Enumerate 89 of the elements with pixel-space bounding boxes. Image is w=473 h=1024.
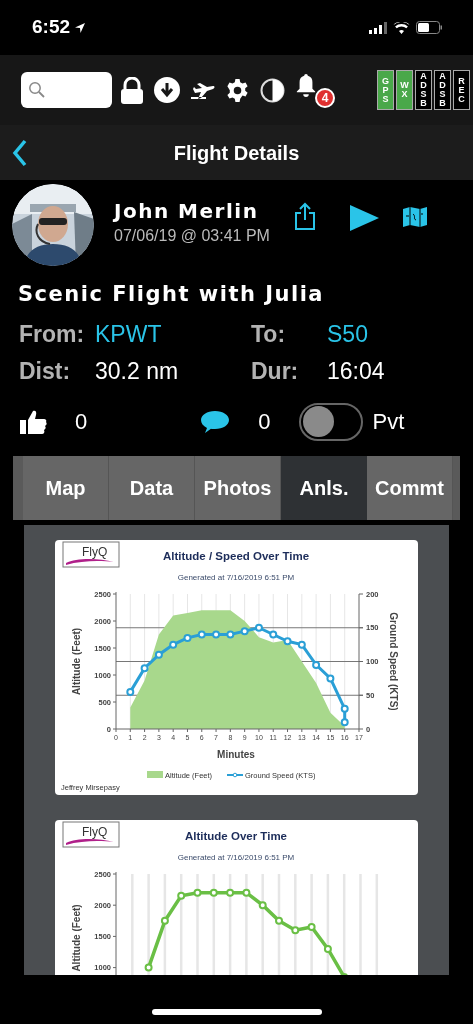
- data-point: [169, 640, 178, 649]
- chart-title: Altitude / Speed Over Time: [162, 549, 310, 562]
- back-chevron-icon[interactable]: [12, 138, 28, 167]
- logo-text: FlyQ: [82, 824, 108, 839]
- data-point: [197, 630, 206, 638]
- data-point: [126, 687, 135, 696]
- status-indicator: GPS: [377, 70, 394, 110]
- private-toggle[interactable]: [298, 402, 363, 441]
- field-label: From:: [19, 319, 86, 349]
- tab[interactable]: Commt: [367, 455, 453, 520]
- notification-bell-icon[interactable]: [295, 73, 317, 97]
- status-indicator: ADSB: [415, 70, 432, 110]
- data-point: [258, 900, 267, 909]
- status-indicator: WX: [396, 70, 413, 110]
- chart-title: Altitude Over Time: [185, 829, 287, 842]
- airport-link[interactable]: S50: [327, 316, 368, 351]
- settings-icon[interactable]: [225, 77, 250, 103]
- field-label: Dist:: [19, 357, 72, 386]
- data-point: [183, 633, 192, 642]
- data-point: [312, 660, 321, 669]
- airplane-icon[interactable]: [190, 80, 216, 100]
- data-point: [323, 944, 332, 953]
- play-icon[interactable]: [347, 204, 380, 232]
- battery-icon: [416, 21, 443, 34]
- data-point: [340, 704, 349, 713]
- private-label: Pvt: [372, 408, 405, 436]
- status-indicator: REC: [453, 70, 470, 110]
- thumbs-up-icon[interactable]: [19, 408, 47, 435]
- screen-title: Flight Details: [173, 140, 300, 166]
- chart-subtitle: Generated at 7/16/2019 6:51 PM: [177, 572, 295, 582]
- flight-title: Scenic Flight with Julia: [18, 281, 326, 308]
- share-icon[interactable]: [293, 202, 316, 230]
- axis-title: Ground Speed (KTS): [388, 611, 399, 711]
- data-point: [154, 650, 163, 659]
- tab[interactable]: Photos: [195, 455, 281, 520]
- data-point: [160, 916, 169, 925]
- data-point: [275, 916, 283, 925]
- field-label: To:: [251, 319, 287, 349]
- wifi-icon: [393, 21, 410, 34]
- download-icon[interactable]: [154, 77, 180, 103]
- data-point: [226, 888, 235, 897]
- logo-swoosh-icon: [66, 838, 114, 845]
- data-point: [209, 888, 218, 897]
- map-icon[interactable]: [401, 206, 428, 228]
- notification-badge: 4: [315, 88, 335, 108]
- search-icon: [28, 81, 46, 99]
- contrast-icon[interactable]: [260, 77, 285, 103]
- legend-swatch: [147, 770, 163, 778]
- data-point: [226, 630, 235, 638]
- comment-bubble-icon[interactable]: [200, 408, 231, 435]
- search-field[interactable]: [21, 72, 112, 108]
- data-point: [283, 636, 292, 645]
- data-point: [297, 640, 306, 649]
- location-icon: [74, 21, 87, 34]
- status-time: 6:52: [32, 15, 71, 40]
- likes-count: 0: [75, 408, 88, 436]
- data-point: [177, 891, 186, 900]
- tab[interactable]: Map: [23, 455, 109, 520]
- chart-subtitle: Generated at 7/16/2019 6:51 PM: [177, 852, 295, 862]
- axis-title: Minutes: [217, 748, 255, 760]
- data-point: [140, 663, 149, 672]
- data-point: [242, 888, 251, 897]
- tab[interactable]: Data: [109, 455, 195, 520]
- data-point: [144, 963, 153, 972]
- airport-link[interactable]: KPWT: [95, 316, 162, 351]
- axis-title: Altitude (Feet): [71, 627, 82, 695]
- logo-text: FlyQ: [82, 544, 108, 559]
- data-point: [240, 626, 249, 635]
- field-value: 16:04: [327, 357, 385, 386]
- signal-icon: [369, 21, 387, 34]
- flight-date: 07/06/19 @ 03:41 PM: [114, 226, 270, 246]
- comments-count: 0: [258, 408, 271, 436]
- data-point: [212, 630, 221, 638]
- pilot-name: John Merlin: [114, 198, 260, 225]
- data-point: [307, 922, 316, 931]
- tab[interactable]: Anls.: [281, 455, 367, 520]
- lock-icon[interactable]: [120, 76, 144, 104]
- status-indicator: ADSB: [434, 70, 451, 110]
- field-value: 30.2 nm: [95, 357, 179, 386]
- data-point: [269, 630, 278, 638]
- data-point: [193, 888, 202, 897]
- data-point: [340, 717, 349, 726]
- logo-swoosh-icon: [66, 558, 114, 565]
- field-label: Dur:: [251, 357, 300, 386]
- axis-title: Altitude (Feet): [71, 903, 82, 972]
- legend-swatch: [226, 772, 244, 777]
- data-point: [326, 673, 335, 682]
- data-point: [291, 925, 300, 934]
- data-point: [254, 623, 263, 632]
